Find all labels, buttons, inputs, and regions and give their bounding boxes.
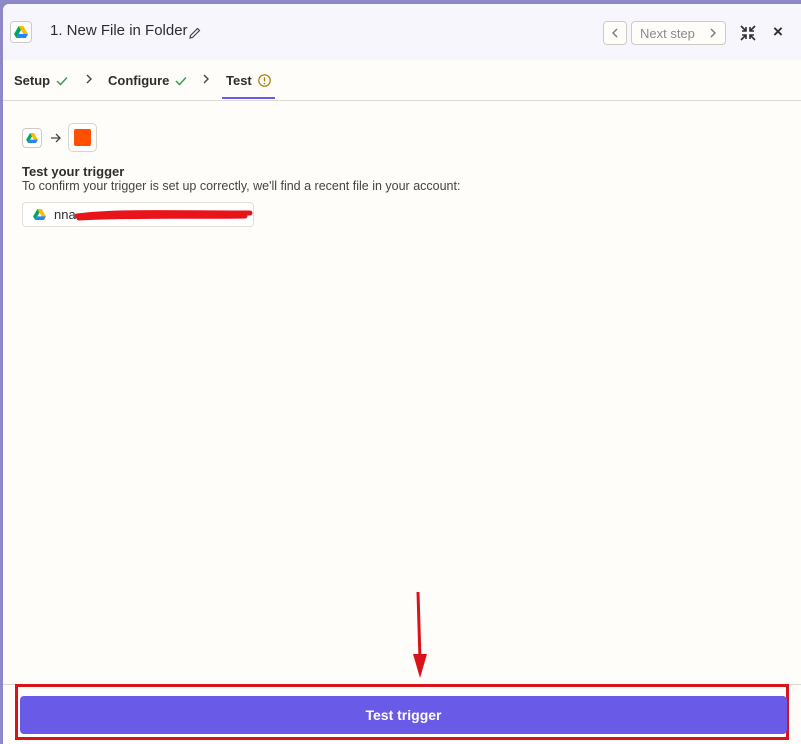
app-square [74, 129, 91, 146]
google-drive-icon [10, 21, 32, 43]
test-heading: Test your trigger [22, 164, 125, 179]
destination-app-icon [68, 123, 97, 152]
next-step-button[interactable]: Next step [631, 21, 726, 45]
tab-configure-label: Configure [108, 73, 170, 88]
test-trigger-button[interactable]: Test trigger [20, 696, 787, 734]
step-title[interactable]: 1. New File in Folder [50, 22, 188, 39]
step-panel: 1. New File in Folder Next step × Setup [3, 4, 801, 744]
google-drive-icon [33, 209, 46, 220]
close-icon[interactable]: × [773, 22, 783, 42]
check-icon [56, 76, 68, 86]
step-header: 1. New File in Folder Next step × [3, 4, 801, 60]
next-step-label: Next step [640, 25, 695, 41]
chevron-right-icon [85, 72, 93, 88]
flow-preview [22, 123, 97, 152]
redaction-scribble [75, 210, 253, 221]
pencil-icon[interactable] [189, 26, 201, 44]
tab-configure[interactable]: Configure [108, 73, 187, 88]
chevron-right-icon [202, 72, 210, 88]
chevron-left-icon [612, 28, 618, 38]
warning-circle-icon [257, 74, 271, 87]
chevron-right-icon [710, 28, 716, 38]
test-description: To confirm your trigger is set up correc… [22, 179, 461, 193]
arrow-right-icon [50, 130, 62, 146]
collapse-icon[interactable] [739, 24, 757, 47]
account-label: nna [54, 207, 76, 222]
annotation-arrow [413, 592, 427, 678]
tab-test-label: Test [226, 73, 252, 88]
previous-step-button[interactable] [603, 21, 627, 45]
step-tabs: Setup Configure Test [3, 62, 801, 101]
google-drive-icon [22, 127, 42, 148]
tab-test[interactable]: Test [226, 73, 271, 88]
active-tab-indicator [222, 97, 275, 99]
tab-setup[interactable]: Setup [14, 73, 68, 88]
check-icon [175, 76, 187, 86]
tab-setup-label: Setup [14, 73, 51, 88]
